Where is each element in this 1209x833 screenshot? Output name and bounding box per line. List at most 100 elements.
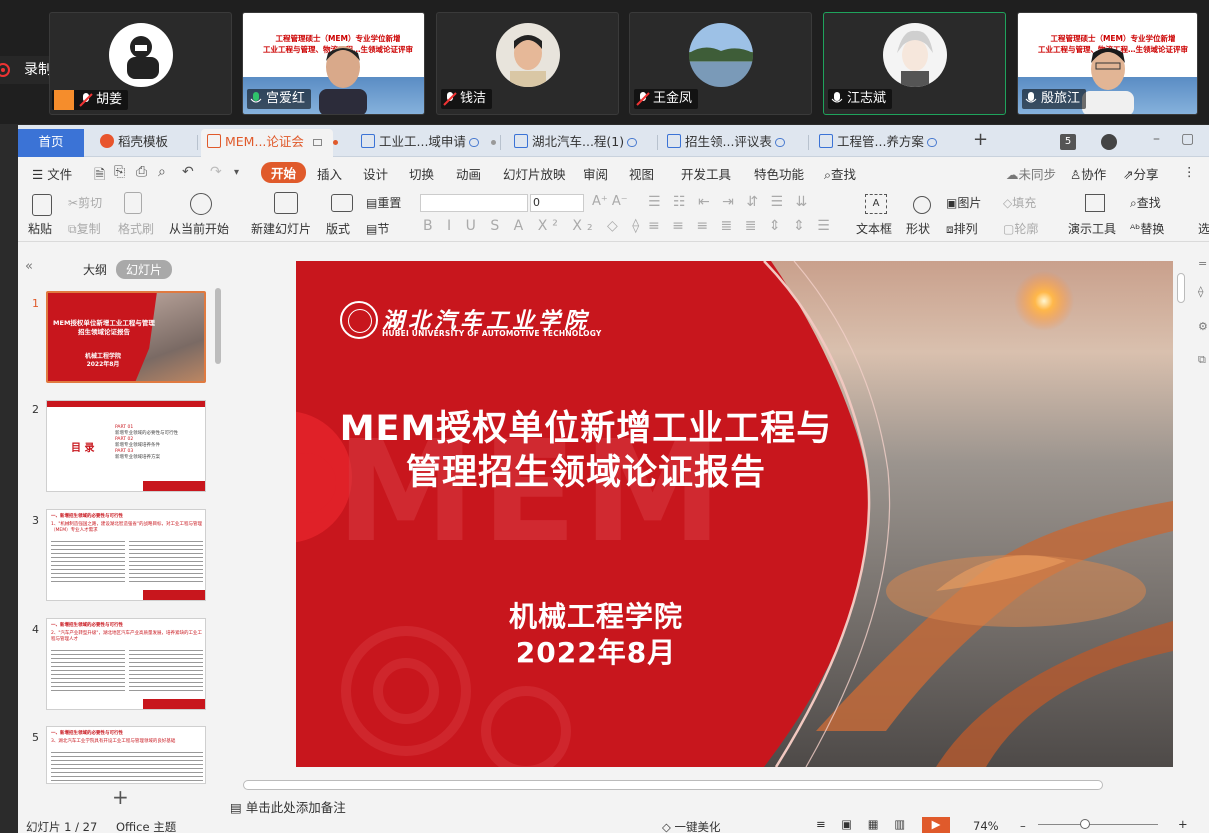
presenter-tools-button[interactable]: 演示工具 xyxy=(1068,220,1116,237)
scroll-thumb[interactable] xyxy=(243,780,1103,790)
tab-docer-templates[interactable]: 稻壳模板 xyxy=(94,129,198,157)
tab-word-doc[interactable]: 招生领...评议表 xyxy=(661,129,809,157)
menu-developer[interactable]: 开发工具 xyxy=(681,164,731,183)
animation-icon[interactable]: ⧉ xyxy=(1198,353,1206,367)
font-style-buttons[interactable]: B I U S A X² X₂ ◇ ⟠ xyxy=(423,218,644,234)
replace-button[interactable]: ᴬᵇ替换 xyxy=(1130,220,1164,237)
sync-status[interactable]: ☁未同步 xyxy=(1006,164,1056,183)
user-avatar-icon[interactable] xyxy=(1101,134,1117,150)
participant-tile[interactable]: 钱洁 xyxy=(436,12,619,115)
file-menu[interactable]: ☰ 文件 xyxy=(32,164,72,183)
format-painter-button[interactable]: 格式刷 xyxy=(118,220,154,237)
output-pdf-icon[interactable]: ⎘ xyxy=(114,164,125,180)
participant-tile[interactable]: 工程管理硕士（MEM）专业学位新增 工业工程与管理、物流工程…生领域论证评审会 … xyxy=(242,12,425,115)
menu-view[interactable]: 视图 xyxy=(629,164,654,183)
customize-icon[interactable]: ▾ xyxy=(234,167,239,178)
tab-count-badge[interactable]: 5 xyxy=(1060,134,1076,150)
font-name-box[interactable] xyxy=(420,194,528,212)
menu-features[interactable]: 特色功能 xyxy=(754,164,804,183)
list-buttons[interactable]: ☰ ☷ ⇤ ⇥ ⇵ ☰ ⇊ xyxy=(648,194,811,210)
tab-slides[interactable]: 幻灯片 xyxy=(116,260,173,279)
menu-design[interactable]: 设计 xyxy=(363,164,388,183)
scroll-thumb[interactable] xyxy=(1177,273,1185,303)
zoom-in-icon[interactable]: + xyxy=(1178,817,1188,831)
tab-word-doc[interactable]: 工业工...域申请 xyxy=(355,129,501,157)
play-from-current-button[interactable]: 从当前开始 xyxy=(169,220,229,237)
restore-icon[interactable]: ▢ xyxy=(1181,131,1194,147)
font-size-box[interactable]: 0 xyxy=(530,194,584,212)
align-buttons[interactable]: ≡ ≡ ≡ ≣ ≣ ⇕ ⇕ ☰ xyxy=(648,218,834,234)
fill-button[interactable]: ◇填充 xyxy=(1003,194,1036,211)
shape-button[interactable]: 形状 xyxy=(906,220,930,237)
zoom-slider-handle[interactable] xyxy=(1080,819,1090,829)
add-slide-button[interactable]: + xyxy=(112,785,129,809)
tab-word-doc[interactable]: 湖北汽车...程(1) xyxy=(508,129,658,157)
arrange-button[interactable]: ⧈排列 xyxy=(946,220,978,237)
textbox-button[interactable]: 文本框 xyxy=(856,220,892,237)
minimize-icon[interactable]: – xyxy=(1153,131,1160,147)
zoom-slider[interactable] xyxy=(1038,824,1158,825)
cut-button[interactable]: ✂剪切 xyxy=(68,194,102,211)
picture-button[interactable]: ▣图片 xyxy=(946,194,981,211)
play-slideshow-button[interactable]: ▶ xyxy=(922,817,950,833)
slide-thumbnail[interactable]: 一、新增招生领域的必要性与可行性 2、"汽车产业转型升级"，湖北地区汽车产业高质… xyxy=(46,618,206,710)
slide-thumbnail[interactable]: 目 录 PART 01 新增专业领域的必要性与可行性 PART 02 新增专业领… xyxy=(46,400,206,492)
section-button[interactable]: ▤节 xyxy=(366,220,389,237)
beautify-button[interactable]: ◇ 一键美化 xyxy=(662,819,721,833)
format-icon[interactable]: ⚙ xyxy=(1198,320,1208,333)
panel-collapse-icon[interactable]: = xyxy=(1198,257,1207,270)
print-preview-icon[interactable]: ⌕ xyxy=(158,164,166,180)
notes-area[interactable]: ▤ 单击此处添加备注 xyxy=(230,797,346,816)
view-buttons[interactable]: ≡ ▣ ▦ ▥ xyxy=(816,817,911,831)
slide-thumbnail[interactable]: 一、新增招生领域的必要性与可行性 3、湖北汽车工业学院具有开设工业工程与管理领域… xyxy=(46,726,206,784)
share-button[interactable]: ⇗分享 xyxy=(1123,164,1159,183)
participant-tile[interactable]: 王金凤 xyxy=(629,12,812,115)
new-slide-button[interactable]: 新建幻灯片 xyxy=(251,220,311,237)
slide-horizontal-scrollbar[interactable] xyxy=(226,778,1176,790)
thumb-text-block xyxy=(129,647,203,691)
select-button[interactable]: 选 xyxy=(1198,220,1209,237)
search-menu[interactable]: ⌕查找 xyxy=(824,164,856,183)
thumb-footer xyxy=(143,481,205,491)
slide-canvas[interactable]: MEM 湖北汽车工业学院 HUBEI UNIVERSITY OF AUTOMOT… xyxy=(296,261,1173,767)
copy-button[interactable]: ⧉复制 xyxy=(68,220,101,237)
menu-animation[interactable]: 动画 xyxy=(456,164,481,183)
participant-tile[interactable]: 工程管理硕士（MEM）专业学位新增 工业工程与管理、物流工程…生领域论证评审会 … xyxy=(1017,12,1198,115)
grow-font-icon[interactable]: A⁺ A⁻ xyxy=(592,194,628,209)
paste-icon[interactable] xyxy=(32,194,52,216)
slide-vertical-scrollbar[interactable] xyxy=(1175,261,1185,771)
participant-tile-speaking[interactable]: 江志斌 xyxy=(823,12,1006,115)
print-icon[interactable]: ⎙ xyxy=(136,164,147,180)
tab-label: 工业工...域申请 xyxy=(379,134,466,149)
outline-button[interactable]: ▢轮廓 xyxy=(1003,220,1038,237)
tab-mem-presentation[interactable]: MEM...论证会 xyxy=(201,129,338,157)
tab-home[interactable]: 首页 xyxy=(18,129,84,157)
menu-insert[interactable]: 插入 xyxy=(317,164,342,183)
slide-thumbnail-selected[interactable]: MEM授权单位新增工业工程与管理招生领域论证报告 机械工程学院 2022年8月 xyxy=(46,291,206,383)
paste-button[interactable]: 粘贴 xyxy=(28,220,52,237)
collapse-panel-icon[interactable]: « xyxy=(25,259,33,274)
menu-transition[interactable]: 切换 xyxy=(409,164,434,183)
redo-icon[interactable]: ↷ xyxy=(210,164,222,180)
new-tab-button[interactable]: + xyxy=(973,129,988,150)
menu-slideshow[interactable]: 幻灯片放映 xyxy=(503,164,566,183)
reset-button[interactable]: ▤重置 xyxy=(366,194,401,211)
save-icon[interactable]: 🗎 xyxy=(94,164,105,188)
layout-button[interactable]: 版式 xyxy=(326,220,350,237)
slide-thumbnail[interactable]: 一、新增招生领域的必要性与可行性 1、"机械制造强国之路，建设湖北智造强省"的战… xyxy=(46,509,206,601)
more-icon[interactable]: ⋮ xyxy=(1183,164,1196,179)
zoom-out-icon[interactable]: – xyxy=(1020,819,1026,833)
undo-icon[interactable]: ↶ xyxy=(182,164,194,180)
thumb-band xyxy=(47,401,205,407)
menu-review[interactable]: 审阅 xyxy=(583,164,608,183)
collaborate-button[interactable]: ♙协作 xyxy=(1070,164,1106,183)
find-button[interactable]: ⌕查找 xyxy=(1130,194,1161,211)
tab-outline[interactable]: 大纲 xyxy=(83,261,107,278)
style-icon[interactable]: ⟠ xyxy=(1198,285,1203,298)
thumb-text-block xyxy=(51,749,203,783)
menu-start[interactable]: 开始 xyxy=(261,162,307,183)
zoom-level[interactable]: 74% xyxy=(973,819,999,833)
panel-scrollbar[interactable] xyxy=(215,288,221,364)
participant-tile[interactable]: 胡姜 xyxy=(49,12,232,115)
tab-word-doc[interactable]: 工程管...养方案 xyxy=(813,129,963,157)
